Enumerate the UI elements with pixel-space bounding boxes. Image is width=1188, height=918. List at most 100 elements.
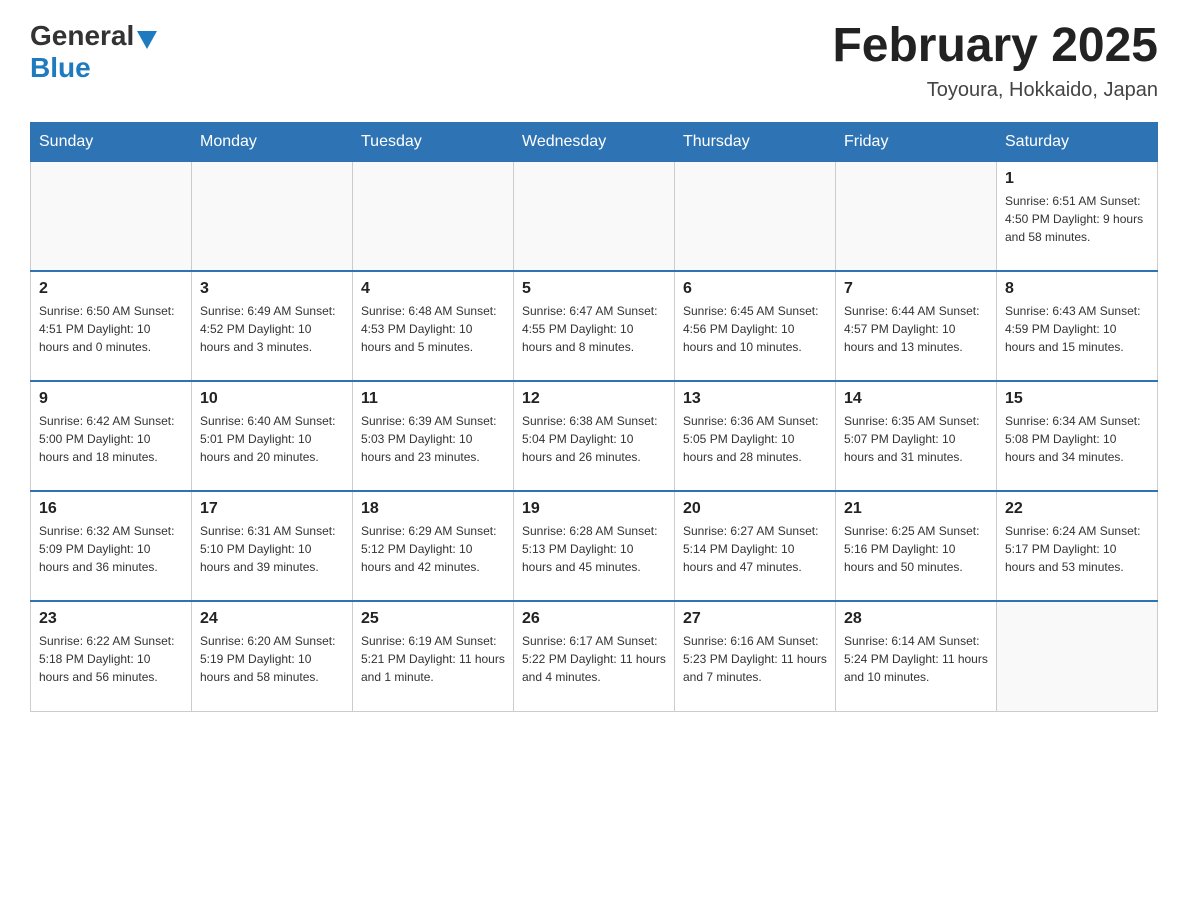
day-number: 22: [1005, 500, 1149, 518]
calendar-day-cell: 5 Sunrise: 6:47 AM Sunset: 4:55 PM Daylig…: [514, 271, 675, 381]
day-info: Sunrise: 6:17 AM Sunset: 5:22 PM Dayligh…: [522, 632, 666, 686]
calendar-day-cell: 7 Sunrise: 6:44 AM Sunset: 4:57 PM Daylig…: [836, 271, 997, 381]
calendar-table: SundayMondayTuesdayWednesdayThursdayFrid…: [30, 122, 1158, 712]
calendar-day-cell: [192, 161, 353, 271]
day-number: 5: [522, 280, 666, 298]
day-number: 17: [200, 500, 344, 518]
day-info: Sunrise: 6:16 AM Sunset: 5:23 PM Dayligh…: [683, 632, 827, 686]
calendar-day-cell: 4Sunrise: 6:48 AM Sunset: 4:53 PM Daylig…: [353, 271, 514, 381]
calendar-day-cell: 14 Sunrise: 6:35 AM Sunset: 5:07 PM Dayli…: [836, 381, 997, 491]
day-number: 28: [844, 610, 988, 628]
calendar-day-cell: [353, 161, 514, 271]
calendar-week-row: 1 Sunrise: 6:51 AM Sunset: 4:50 PM Daylig…: [31, 161, 1158, 271]
calendar-day-cell: 9Sunrise: 6:42 AM Sunset: 5:00 PM Daylig…: [31, 381, 192, 491]
calendar-day-cell: 12 Sunrise: 6:38 AM Sunset: 5:04 PM Dayli…: [514, 381, 675, 491]
calendar-day-cell: 10 Sunrise: 6:40 AM Sunset: 5:01 PM Dayli…: [192, 381, 353, 491]
calendar-day-cell: [675, 161, 836, 271]
day-info: Sunrise: 6:44 AM Sunset: 4:57 PM Dayligh…: [844, 302, 988, 356]
day-number: 26: [522, 610, 666, 628]
day-info: Sunrise: 6:24 AM Sunset: 5:17 PM Dayligh…: [1005, 522, 1149, 576]
day-of-week-header: Sunday: [31, 122, 192, 161]
day-of-week-header: Friday: [836, 122, 997, 161]
calendar-day-cell: [836, 161, 997, 271]
day-info: Sunrise: 6:35 AM Sunset: 5:07 PM Dayligh…: [844, 412, 988, 466]
calendar-week-row: 23Sunrise: 6:22 AM Sunset: 5:18 PM Dayli…: [31, 601, 1158, 711]
day-number: 25: [361, 610, 505, 628]
title-section: February 2025 Toyoura, Hokkaido, Japan: [832, 20, 1158, 102]
calendar-day-cell: 18 Sunrise: 6:29 AM Sunset: 5:12 PM Dayli…: [353, 491, 514, 601]
day-number: 20: [683, 500, 827, 518]
day-info: Sunrise: 6:38 AM Sunset: 5:04 PM Dayligh…: [522, 412, 666, 466]
day-info: Sunrise: 6:34 AM Sunset: 5:08 PM Dayligh…: [1005, 412, 1149, 466]
day-number: 13: [683, 390, 827, 408]
day-of-week-header: Tuesday: [353, 122, 514, 161]
day-number: 7: [844, 280, 988, 298]
day-info: Sunrise: 6:20 AM Sunset: 5:19 PM Dayligh…: [200, 632, 344, 686]
calendar-day-cell: 24 Sunrise: 6:20 AM Sunset: 5:19 PM Dayli…: [192, 601, 353, 711]
day-info: Sunrise: 6:36 AM Sunset: 5:05 PM Dayligh…: [683, 412, 827, 466]
day-info: Sunrise: 6:39 AM Sunset: 5:03 PM Dayligh…: [361, 412, 505, 466]
day-info: Sunrise: 6:49 AM Sunset: 4:52 PM Dayligh…: [200, 302, 344, 356]
day-info: Sunrise: 6:47 AM Sunset: 4:55 PM Dayligh…: [522, 302, 666, 356]
day-info: Sunrise: 6:43 AM Sunset: 4:59 PM Dayligh…: [1005, 302, 1149, 356]
day-number: 1: [1005, 170, 1149, 188]
day-number: 21: [844, 500, 988, 518]
day-number: 11: [361, 390, 505, 408]
calendar-day-cell: 26 Sunrise: 6:17 AM Sunset: 5:22 PM Dayli…: [514, 601, 675, 711]
logo-triangle-icon: [137, 31, 157, 49]
calendar-day-cell: [997, 601, 1158, 711]
calendar-day-cell: 22 Sunrise: 6:24 AM Sunset: 5:17 PM Dayli…: [997, 491, 1158, 601]
calendar-week-row: 2Sunrise: 6:50 AM Sunset: 4:51 PM Daylig…: [31, 271, 1158, 381]
calendar-day-cell: [31, 161, 192, 271]
calendar-day-cell: 19 Sunrise: 6:28 AM Sunset: 5:13 PM Dayli…: [514, 491, 675, 601]
calendar-week-row: 9Sunrise: 6:42 AM Sunset: 5:00 PM Daylig…: [31, 381, 1158, 491]
calendar-day-cell: 27 Sunrise: 6:16 AM Sunset: 5:23 PM Dayli…: [675, 601, 836, 711]
calendar-day-cell: 23Sunrise: 6:22 AM Sunset: 5:18 PM Dayli…: [31, 601, 192, 711]
calendar-day-cell: 11 Sunrise: 6:39 AM Sunset: 5:03 PM Dayli…: [353, 381, 514, 491]
calendar-day-cell: 1 Sunrise: 6:51 AM Sunset: 4:50 PM Daylig…: [997, 161, 1158, 271]
calendar-title: February 2025: [832, 20, 1158, 73]
calendar-day-cell: 2Sunrise: 6:50 AM Sunset: 4:51 PM Daylig…: [31, 271, 192, 381]
calendar-day-cell: 20 Sunrise: 6:27 AM Sunset: 5:14 PM Dayli…: [675, 491, 836, 601]
day-number: 16: [39, 500, 183, 518]
calendar-week-row: 16 Sunrise: 6:32 AM Sunset: 5:09 PM Dayli…: [31, 491, 1158, 601]
calendar-day-cell: 17 Sunrise: 6:31 AM Sunset: 5:10 PM Dayli…: [192, 491, 353, 601]
day-info: Sunrise: 6:50 AM Sunset: 4:51 PM Dayligh…: [39, 302, 183, 356]
day-number: 18: [361, 500, 505, 518]
day-number: 10: [200, 390, 344, 408]
day-number: 27: [683, 610, 827, 628]
day-number: 14: [844, 390, 988, 408]
day-number: 3: [200, 280, 344, 298]
day-number: 12: [522, 390, 666, 408]
day-info: Sunrise: 6:27 AM Sunset: 5:14 PM Dayligh…: [683, 522, 827, 576]
day-info: Sunrise: 6:31 AM Sunset: 5:10 PM Dayligh…: [200, 522, 344, 576]
day-info: Sunrise: 6:48 AM Sunset: 4:53 PM Dayligh…: [361, 302, 505, 356]
calendar-day-cell: [514, 161, 675, 271]
calendar-day-cell: 3 Sunrise: 6:49 AM Sunset: 4:52 PM Daylig…: [192, 271, 353, 381]
calendar-day-cell: 6Sunrise: 6:45 AM Sunset: 4:56 PM Daylig…: [675, 271, 836, 381]
page-header: General Blue February 2025 Toyoura, Hokk…: [30, 20, 1158, 102]
calendar-header-row: SundayMondayTuesdayWednesdayThursdayFrid…: [31, 122, 1158, 161]
calendar-day-cell: 13 Sunrise: 6:36 AM Sunset: 5:05 PM Dayli…: [675, 381, 836, 491]
day-info: Sunrise: 6:14 AM Sunset: 5:24 PM Dayligh…: [844, 632, 988, 686]
day-info: Sunrise: 6:51 AM Sunset: 4:50 PM Dayligh…: [1005, 192, 1149, 246]
calendar-day-cell: 25 Sunrise: 6:19 AM Sunset: 5:21 PM Dayli…: [353, 601, 514, 711]
day-number: 23: [39, 610, 183, 628]
calendar-day-cell: 16 Sunrise: 6:32 AM Sunset: 5:09 PM Dayli…: [31, 491, 192, 601]
day-of-week-header: Saturday: [997, 122, 1158, 161]
day-of-week-header: Monday: [192, 122, 353, 161]
day-info: Sunrise: 6:32 AM Sunset: 5:09 PM Dayligh…: [39, 522, 183, 576]
calendar-subtitle: Toyoura, Hokkaido, Japan: [832, 79, 1158, 102]
day-number: 9: [39, 390, 183, 408]
day-info: Sunrise: 6:19 AM Sunset: 5:21 PM Dayligh…: [361, 632, 505, 686]
day-number: 24: [200, 610, 344, 628]
day-of-week-header: Thursday: [675, 122, 836, 161]
calendar-day-cell: 28 Sunrise: 6:14 AM Sunset: 5:24 PM Dayli…: [836, 601, 997, 711]
day-number: 19: [522, 500, 666, 518]
day-info: Sunrise: 6:28 AM Sunset: 5:13 PM Dayligh…: [522, 522, 666, 576]
day-info: Sunrise: 6:29 AM Sunset: 5:12 PM Dayligh…: [361, 522, 505, 576]
day-info: Sunrise: 6:40 AM Sunset: 5:01 PM Dayligh…: [200, 412, 344, 466]
day-info: Sunrise: 6:45 AM Sunset: 4:56 PM Dayligh…: [683, 302, 827, 356]
logo-general-text: General: [30, 20, 134, 52]
logo-blue-text: Blue: [30, 52, 91, 83]
